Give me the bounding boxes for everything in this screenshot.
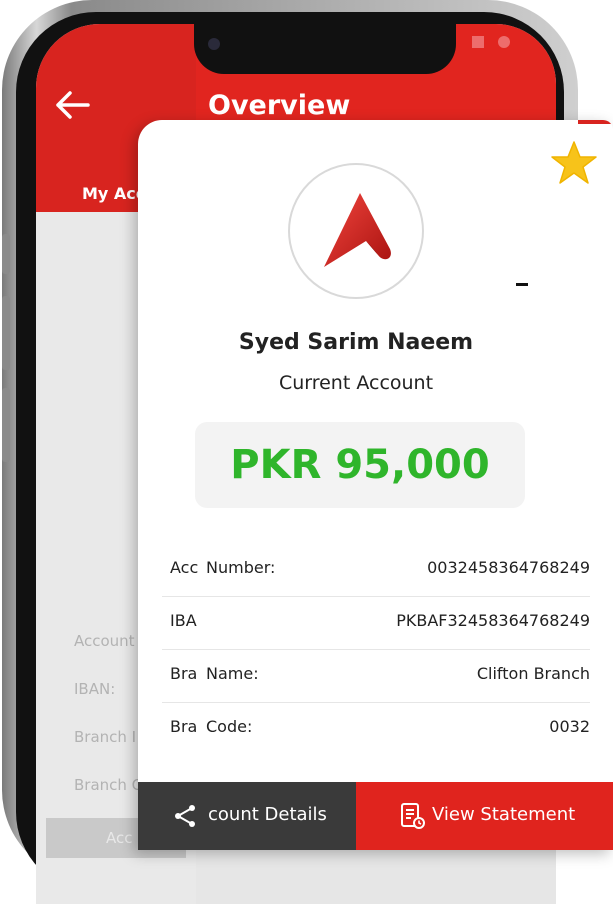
side-button [2, 234, 10, 274]
bg-row-branch-name: Branch I [74, 728, 137, 746]
account-card: Syed Sarim Naeem Current Account PKR 95,… [138, 120, 613, 850]
detail-value: 0032 [549, 717, 590, 736]
share-icon [175, 805, 195, 827]
bank-logo-icon [324, 193, 391, 267]
star-icon[interactable] [550, 140, 598, 186]
detail-row-branch-name: Bra Name: Clifton Branch [162, 650, 590, 703]
detail-label-partial: Acc [170, 558, 199, 577]
detail-label-partial: IBA [170, 611, 197, 630]
tab-my-accounts[interactable]: My Acc [82, 184, 145, 203]
detail-label: Number: [206, 558, 276, 577]
detail-value: 0032458364768249 [427, 558, 590, 577]
detail-label: Name: [206, 664, 259, 683]
detail-row-branch-code: Bra Code: 0032 [162, 703, 590, 755]
back-arrow-icon[interactable] [54, 90, 90, 120]
view-statement-button[interactable]: View Statement [356, 782, 613, 850]
separator-dash [516, 283, 528, 286]
document-icon [401, 803, 425, 829]
detail-value: Clifton Branch [476, 664, 590, 683]
card-accent-line [578, 120, 613, 124]
status-square-icon [472, 36, 484, 48]
account-details-button[interactable]: count Details [138, 782, 356, 850]
bg-row-iban: IBAN: [74, 680, 116, 698]
volume-button [2, 388, 10, 462]
bg-row-account: Account [74, 632, 135, 650]
account-type: Current Account [278, 372, 434, 394]
volume-button [2, 296, 10, 370]
account-holder-name: Syed Sarim Naeem [238, 330, 474, 355]
bg-row-branch-code: Branch C [74, 776, 143, 794]
detail-row-iban: IBA PKBAF32458364768249 [162, 597, 590, 650]
detail-label-partial: Bra [170, 664, 198, 683]
view-statement-label: View Statement [432, 804, 576, 825]
page-title: Overview [208, 90, 351, 121]
status-dot-icon [498, 36, 510, 48]
account-details-label: count Details [208, 804, 327, 825]
detail-label-partial: Bra [170, 717, 198, 736]
camera-icon [208, 38, 220, 50]
balance-box: PKR 95,000 [195, 422, 525, 508]
detail-label: Code: [206, 717, 253, 736]
detail-row-account-number: Acc Number: 0032458364768249 [162, 544, 590, 597]
phone-notch [194, 24, 456, 74]
account-balance: PKR 95,000 [230, 442, 490, 488]
bank-logo [288, 163, 424, 299]
detail-value: PKBAF32458364768249 [396, 611, 590, 630]
